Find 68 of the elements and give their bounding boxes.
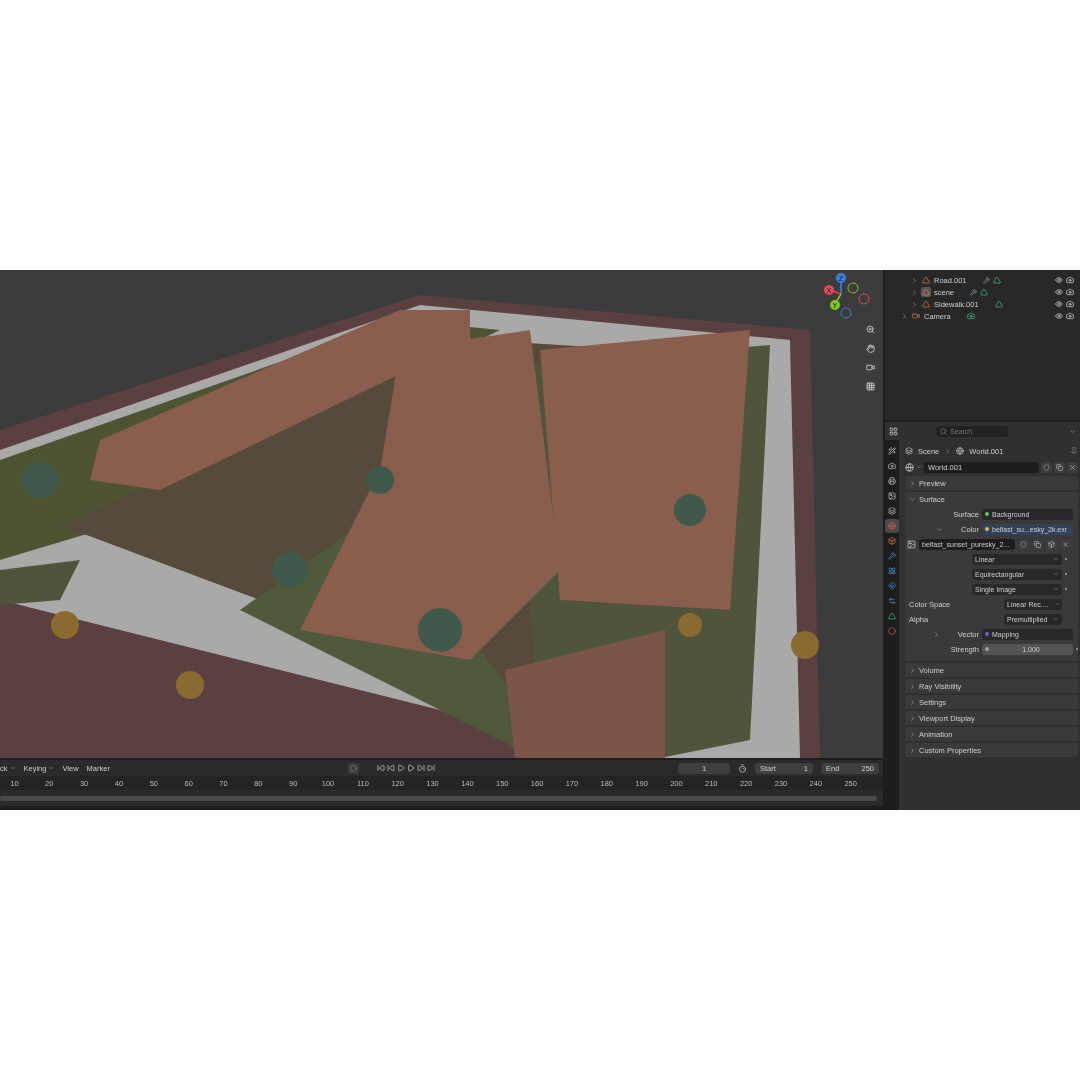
render-icon[interactable]	[1066, 312, 1074, 320]
image-icon[interactable]	[907, 539, 916, 549]
globe-icon[interactable]	[905, 462, 914, 472]
hand-icon	[865, 343, 875, 353]
visibility-icon[interactable]	[1055, 300, 1063, 308]
object-type-icon[interactable]	[921, 299, 931, 309]
visibility-icon[interactable]	[1055, 312, 1063, 320]
render-icon[interactable]	[1066, 300, 1074, 308]
close-icon	[1062, 540, 1069, 548]
chevron-icon	[1054, 601, 1059, 607]
copy-icon	[1056, 463, 1063, 471]
object-type-icon[interactable]	[921, 287, 931, 297]
chevron-icon	[1053, 571, 1059, 577]
auto-keying-button[interactable]	[347, 762, 359, 774]
editor-type-icon[interactable]	[889, 426, 898, 436]
chevron-icon	[932, 630, 940, 638]
render-icon[interactable]	[1066, 288, 1074, 296]
next-keyframe-icon[interactable]	[416, 764, 425, 772]
globe-icon	[956, 447, 965, 455]
properties-tab[interactable]	[885, 444, 899, 458]
separator-icon	[944, 447, 952, 455]
properties-tab[interactable]	[885, 474, 899, 488]
pin-icon[interactable]	[1070, 447, 1078, 455]
chevron-icon	[936, 525, 944, 533]
fake-user-button[interactable]	[1041, 461, 1052, 473]
jump-start-icon[interactable]	[376, 764, 385, 772]
camera-data-icon	[966, 312, 975, 320]
options-dropdown-icon[interactable]	[1069, 427, 1076, 435]
close-icon	[1069, 463, 1076, 471]
camera-icon	[865, 362, 875, 372]
chevron-icon	[9, 765, 16, 771]
properties-tab[interactable]	[885, 504, 899, 518]
chevron-icon	[1053, 556, 1059, 562]
properties-tab[interactable]	[885, 534, 899, 548]
object-type-icon[interactable]	[921, 275, 931, 285]
timeline-scrollbar[interactable]	[0, 795, 877, 801]
visibility-icon[interactable]	[1055, 288, 1063, 296]
properties-tab[interactable]	[885, 489, 899, 503]
package-icon	[1048, 540, 1055, 548]
prev-keyframe-icon[interactable]	[386, 764, 395, 772]
expand-arrow-icon[interactable]	[936, 525, 944, 533]
copy-icon	[1034, 540, 1041, 548]
expand-arrow-icon[interactable]	[932, 630, 940, 638]
zoom-icon	[865, 324, 875, 334]
properties-tab[interactable]	[885, 579, 899, 593]
shield-icon	[1020, 540, 1027, 548]
scene-icon	[905, 447, 913, 455]
record-icon	[349, 764, 357, 772]
search-icon	[940, 427, 947, 435]
jump-end-icon[interactable]	[426, 764, 435, 772]
chevron-icon	[916, 464, 922, 470]
object-type-icon[interactable]	[911, 311, 921, 321]
render-icon[interactable]	[1066, 276, 1074, 284]
visibility-icon[interactable]	[1055, 276, 1063, 284]
unlink-button[interactable]	[1067, 461, 1078, 473]
chevron-icon	[1053, 586, 1059, 592]
shield-icon	[1043, 463, 1050, 471]
camera-icon	[912, 312, 920, 320]
duplicate-button[interactable]	[1054, 461, 1065, 473]
chevron-icon	[48, 765, 55, 771]
duplicate-button[interactable]	[1032, 538, 1043, 550]
stopwatch-icon[interactable]	[738, 763, 747, 773]
properties-tab[interactable]	[885, 609, 899, 623]
grid-icon	[865, 381, 875, 391]
chevron-icon	[1053, 616, 1059, 622]
play-icon[interactable]	[406, 764, 415, 772]
properties-tab[interactable]	[885, 549, 899, 563]
properties-tab[interactable]	[885, 564, 899, 578]
